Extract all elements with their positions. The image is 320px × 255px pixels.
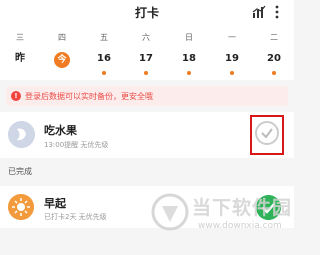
future-dot: [187, 71, 191, 75]
completed-task-name: 早起: [44, 197, 66, 210]
future-dot: [272, 71, 276, 75]
fruit-icon: [8, 121, 35, 148]
future-dot: [230, 71, 234, 75]
exclamation-icon: !: [11, 91, 21, 101]
date-label: 18: [182, 53, 196, 64]
weekday-label: 五: [100, 33, 108, 42]
sunrise-icon: [8, 194, 34, 220]
page-title: 打卡: [134, 6, 159, 20]
top-bar: 打卡: [0, 0, 294, 28]
weekday-label: 六: [142, 33, 150, 42]
date-label: 17: [139, 53, 153, 64]
bar-chart-icon[interactable]: [252, 5, 266, 19]
watermark-url: www.downxia.com: [198, 221, 282, 231]
login-backup-banner[interactable]: ! 登录后数据可以实时备份，更安全哦: [6, 86, 288, 106]
day-column[interactable]: 一 19: [217, 28, 247, 75]
weekday-label: 三: [16, 33, 24, 42]
day-column[interactable]: 五 16: [89, 28, 119, 75]
checkin-button[interactable]: [255, 121, 279, 145]
week-strip: 三 昨 四 今 五 16 六 17 日 18 一 19 二 20: [0, 28, 294, 80]
future-dot: [144, 71, 148, 75]
weekday-label: 四: [58, 33, 66, 42]
watermark-logo-icon: [151, 193, 189, 231]
more-vertical-icon[interactable]: [275, 4, 279, 20]
watermark-text: 当下软件园: [192, 197, 293, 219]
weekday-label: 二: [270, 33, 278, 42]
day-column[interactable]: 三 昨: [5, 28, 35, 68]
task-meta: 13:00提醒 无优先级: [44, 141, 109, 149]
day-column[interactable]: 六 17: [131, 28, 161, 75]
date-label: 19: [225, 53, 239, 64]
banner-text: 登录后数据可以实时备份，更安全哦: [25, 92, 153, 101]
task-name: 吃水果: [44, 124, 77, 137]
weekday-label: 日: [185, 33, 193, 42]
completed-section-label: 已完成: [8, 167, 32, 176]
today-badge: 今: [54, 52, 70, 68]
completed-task-meta: 已打卡2天 无优先级: [44, 213, 107, 221]
check-icon: [261, 128, 273, 139]
date-label: 20: [267, 53, 281, 64]
day-column[interactable]: 二 20: [259, 28, 289, 75]
day-column-today[interactable]: 四 今: [47, 28, 77, 68]
date-label: 16: [97, 53, 111, 64]
day-column[interactable]: 日 18: [174, 28, 204, 75]
date-label: 昨: [15, 53, 25, 64]
watermark: 当下软件园 www.downxia.com: [150, 190, 294, 252]
weekday-label: 一: [228, 33, 236, 42]
future-dot: [102, 71, 106, 75]
